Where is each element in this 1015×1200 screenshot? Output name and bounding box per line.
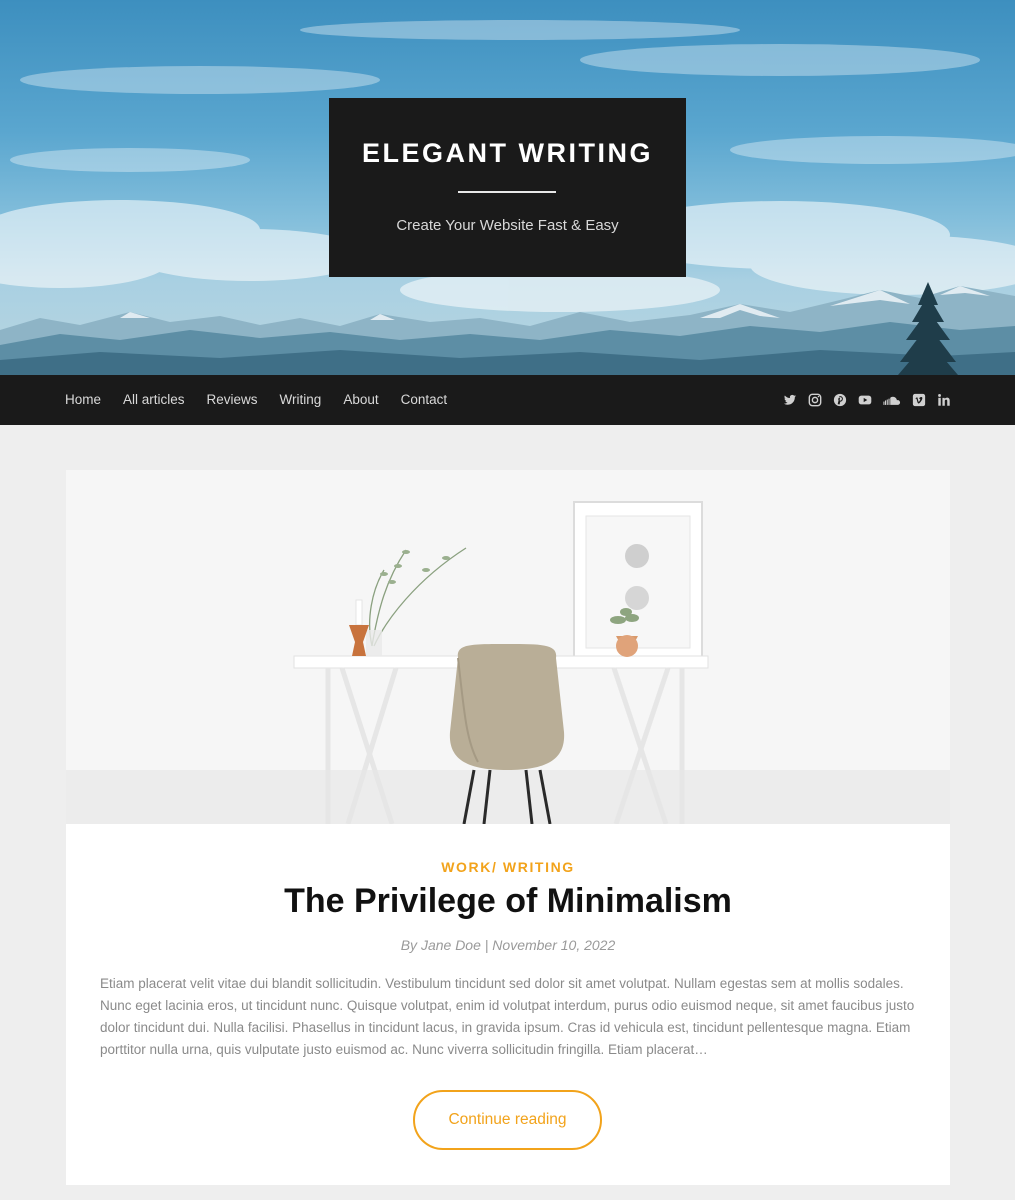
social-links bbox=[772, 375, 951, 425]
nav-menu: Home All articles Reviews Writing About … bbox=[65, 375, 469, 425]
category-separator: / bbox=[491, 859, 503, 875]
nav-item-about[interactable]: About bbox=[343, 392, 378, 407]
category-link-work[interactable]: WORK bbox=[441, 859, 492, 875]
post-categories: WORK/ WRITING bbox=[66, 859, 950, 875]
title-divider bbox=[458, 191, 556, 193]
hero-header: ELEGANT WRITING Create Your Website Fast… bbox=[0, 0, 1015, 375]
twitter-icon[interactable] bbox=[783, 393, 797, 407]
post-excerpt: Etiam placerat velit vitae dui blandit s… bbox=[100, 976, 915, 1057]
soundcloud-icon[interactable] bbox=[883, 393, 901, 407]
linkedin-icon[interactable] bbox=[937, 393, 951, 407]
nav-item-all-articles[interactable]: All articles bbox=[123, 392, 185, 407]
youtube-icon[interactable] bbox=[858, 393, 872, 407]
nav-item-writing[interactable]: Writing bbox=[280, 392, 322, 407]
post-card: WORK/ WRITING The Privilege of Minimalis… bbox=[66, 470, 950, 1185]
vimeo-icon[interactable] bbox=[912, 393, 926, 407]
desk-and-chair-illustration bbox=[66, 470, 950, 824]
post-title[interactable]: The Privilege of Minimalism bbox=[66, 882, 950, 921]
nav-item-home[interactable]: Home bbox=[65, 392, 101, 407]
nav-item-reviews[interactable]: Reviews bbox=[207, 392, 258, 407]
site-tagline: Create Your Website Fast & Easy bbox=[396, 217, 619, 234]
pinterest-icon[interactable] bbox=[833, 393, 847, 407]
post-meta: By Jane Doe | November 10, 2022 bbox=[400, 937, 616, 953]
site-branding-box: ELEGANT WRITING Create Your Website Fast… bbox=[329, 98, 686, 277]
post-featured-image[interactable] bbox=[66, 470, 950, 824]
category-link-writing[interactable]: WRITING bbox=[503, 859, 575, 875]
main-navigation: Home All articles Reviews Writing About … bbox=[0, 375, 1015, 425]
instagram-icon[interactable] bbox=[808, 393, 822, 407]
continue-reading-button[interactable]: Continue reading bbox=[413, 1090, 602, 1150]
site-title[interactable]: ELEGANT WRITING bbox=[329, 138, 686, 169]
nav-item-contact[interactable]: Contact bbox=[401, 392, 448, 407]
